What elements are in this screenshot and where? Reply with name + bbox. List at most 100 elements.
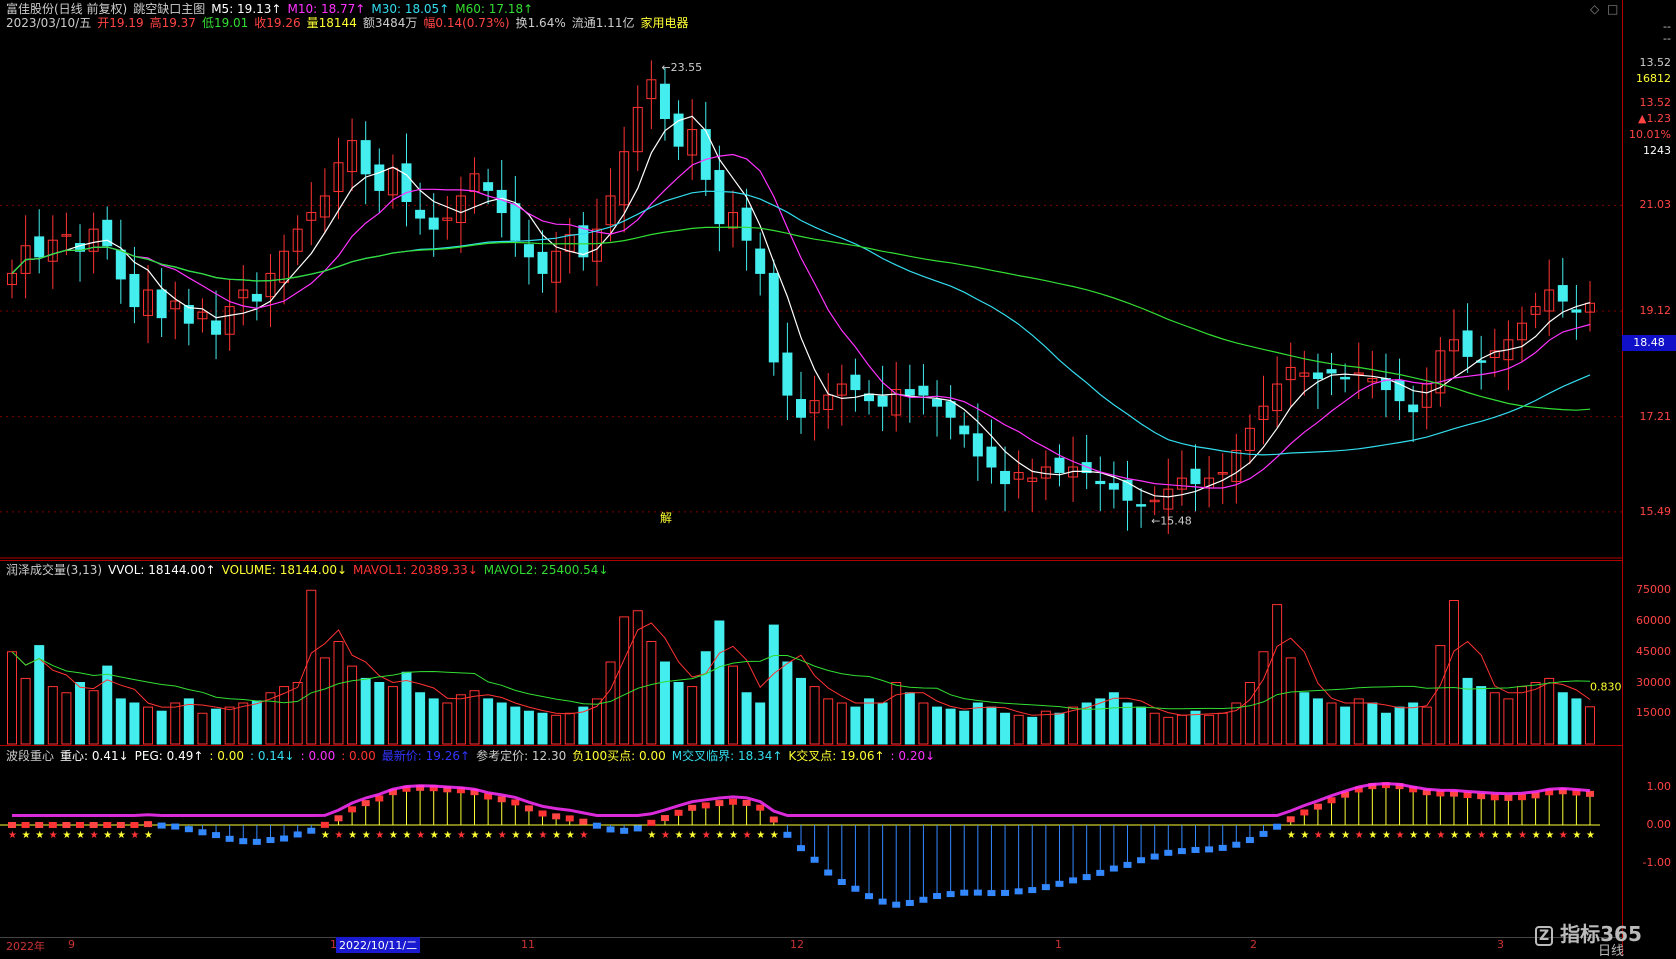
volume-bar bbox=[1394, 706, 1405, 745]
volume-bar bbox=[224, 706, 235, 745]
ma10-line bbox=[11, 153, 1591, 489]
osc-block bbox=[1041, 884, 1050, 891]
band-center-chart[interactable]: ★ ★ ★ ★ ★ ★ ★ ★ ★ ★ ★ ★ ★ ★ ★ ★ ★ ★ ★ ★ ★ ★ ★ ★ ★ ★ ★ ★ ★ ★ ★ ★ ★ ★ ★ ★ ★ ★ ★ ★… bbox=[0, 745, 1622, 937]
osc-block bbox=[1001, 889, 1010, 896]
price-chart[interactable]: ←23.55 ←15.48 解 bbox=[0, 0, 1622, 560]
osc-block bbox=[1313, 803, 1322, 810]
star-marker: ★ bbox=[35, 830, 44, 841]
star-marker: ★ bbox=[1450, 830, 1459, 841]
osc-block bbox=[157, 822, 166, 829]
osc-block bbox=[1109, 865, 1118, 872]
candle-body bbox=[1122, 479, 1133, 501]
star-marker: ★ bbox=[403, 830, 412, 841]
star-marker: ★ bbox=[1436, 830, 1445, 841]
volume-chart[interactable]: 0.830 bbox=[0, 560, 1622, 745]
peg-line bbox=[12, 782, 1591, 817]
volume-bar bbox=[1190, 710, 1201, 745]
osc-block bbox=[674, 809, 683, 816]
star-marker: ★ bbox=[770, 830, 779, 841]
volume-bar bbox=[1040, 710, 1051, 745]
star-marker: ★ bbox=[22, 830, 31, 841]
volume-bar bbox=[143, 706, 154, 745]
osc-block bbox=[865, 893, 874, 900]
volume-bar bbox=[1149, 712, 1160, 745]
volume-bar bbox=[1231, 702, 1242, 745]
volume-bar bbox=[115, 698, 126, 745]
gap-label: 解 bbox=[660, 511, 672, 525]
star-marker: ★ bbox=[389, 830, 398, 841]
osc-block bbox=[756, 804, 765, 811]
volume-bar bbox=[360, 677, 371, 745]
star-marker: ★ bbox=[579, 830, 588, 841]
candle-body bbox=[211, 320, 222, 335]
candle-body bbox=[1190, 468, 1201, 485]
volume-bar bbox=[877, 702, 888, 745]
star-marker: ★ bbox=[76, 830, 85, 841]
candle-body bbox=[251, 293, 262, 302]
volume-bar bbox=[1408, 702, 1419, 745]
star-marker: ★ bbox=[1409, 830, 1418, 841]
star-marker: ★ bbox=[430, 830, 439, 841]
volume-bar bbox=[183, 698, 194, 745]
osc-block bbox=[1096, 869, 1105, 876]
volume-bar bbox=[387, 686, 398, 745]
time-axis[interactable] bbox=[0, 937, 1622, 957]
volume-bar bbox=[782, 661, 793, 745]
low-price-label: ←15.48 bbox=[1151, 514, 1192, 527]
period-label: 日线 bbox=[1598, 944, 1625, 959]
price-tick-0: 21.03 bbox=[1639, 198, 1672, 212]
star-marker: ★ bbox=[647, 830, 656, 841]
candle-body bbox=[959, 425, 970, 435]
volume-bar bbox=[700, 651, 711, 745]
candle-body bbox=[714, 170, 725, 225]
volume-bar bbox=[523, 710, 534, 745]
volume-bar bbox=[197, 712, 208, 745]
star-marker: ★ bbox=[471, 830, 480, 841]
star-marker: ★ bbox=[1586, 830, 1595, 841]
brand-logo: Z 指标365 bbox=[1535, 918, 1642, 947]
volume-bar bbox=[374, 682, 385, 745]
star-marker: ★ bbox=[756, 830, 765, 841]
osc-block bbox=[1245, 837, 1254, 844]
osc-block bbox=[660, 815, 669, 822]
candle-body bbox=[1095, 480, 1106, 485]
osc-block bbox=[810, 856, 819, 863]
candle-body bbox=[1326, 369, 1337, 374]
star-marker: ★ bbox=[1464, 830, 1473, 841]
candle-body bbox=[877, 395, 888, 407]
osc-block bbox=[1273, 823, 1282, 830]
star-marker: ★ bbox=[1368, 830, 1377, 841]
star-marker: ★ bbox=[443, 830, 452, 841]
osc-block bbox=[565, 815, 574, 822]
star-marker: ★ bbox=[90, 830, 99, 841]
volume-bar bbox=[1163, 716, 1174, 745]
star-marker: ★ bbox=[1341, 830, 1350, 841]
axis-info-1: -- bbox=[1663, 32, 1671, 45]
osc-block bbox=[987, 890, 996, 897]
osc-block bbox=[1137, 857, 1146, 864]
osc-block bbox=[973, 889, 982, 896]
star-marker: ★ bbox=[457, 830, 466, 841]
volume-bar bbox=[904, 692, 915, 745]
volume-bar bbox=[496, 702, 507, 745]
star-marker: ★ bbox=[566, 830, 575, 841]
axis-info-4: 13.52 bbox=[1639, 96, 1672, 109]
price-tick-2: 17.21 bbox=[1639, 409, 1672, 423]
volume-bar bbox=[102, 665, 113, 745]
volume-bar bbox=[1585, 706, 1595, 745]
volume-bar bbox=[1489, 692, 1500, 745]
osc-block bbox=[620, 827, 629, 834]
osc-block bbox=[728, 798, 737, 805]
osc-block bbox=[797, 845, 805, 852]
osc-block bbox=[89, 822, 98, 828]
candle-body bbox=[850, 374, 861, 391]
osc-block bbox=[252, 838, 261, 845]
osc-block bbox=[1069, 877, 1078, 884]
osc-block bbox=[293, 831, 302, 838]
volume-bar bbox=[319, 657, 330, 745]
candle-body bbox=[578, 225, 589, 258]
star-marker: ★ bbox=[1491, 830, 1500, 841]
volume-bar bbox=[1435, 645, 1446, 745]
osc-block bbox=[184, 826, 193, 833]
volume-bar bbox=[1068, 706, 1079, 745]
